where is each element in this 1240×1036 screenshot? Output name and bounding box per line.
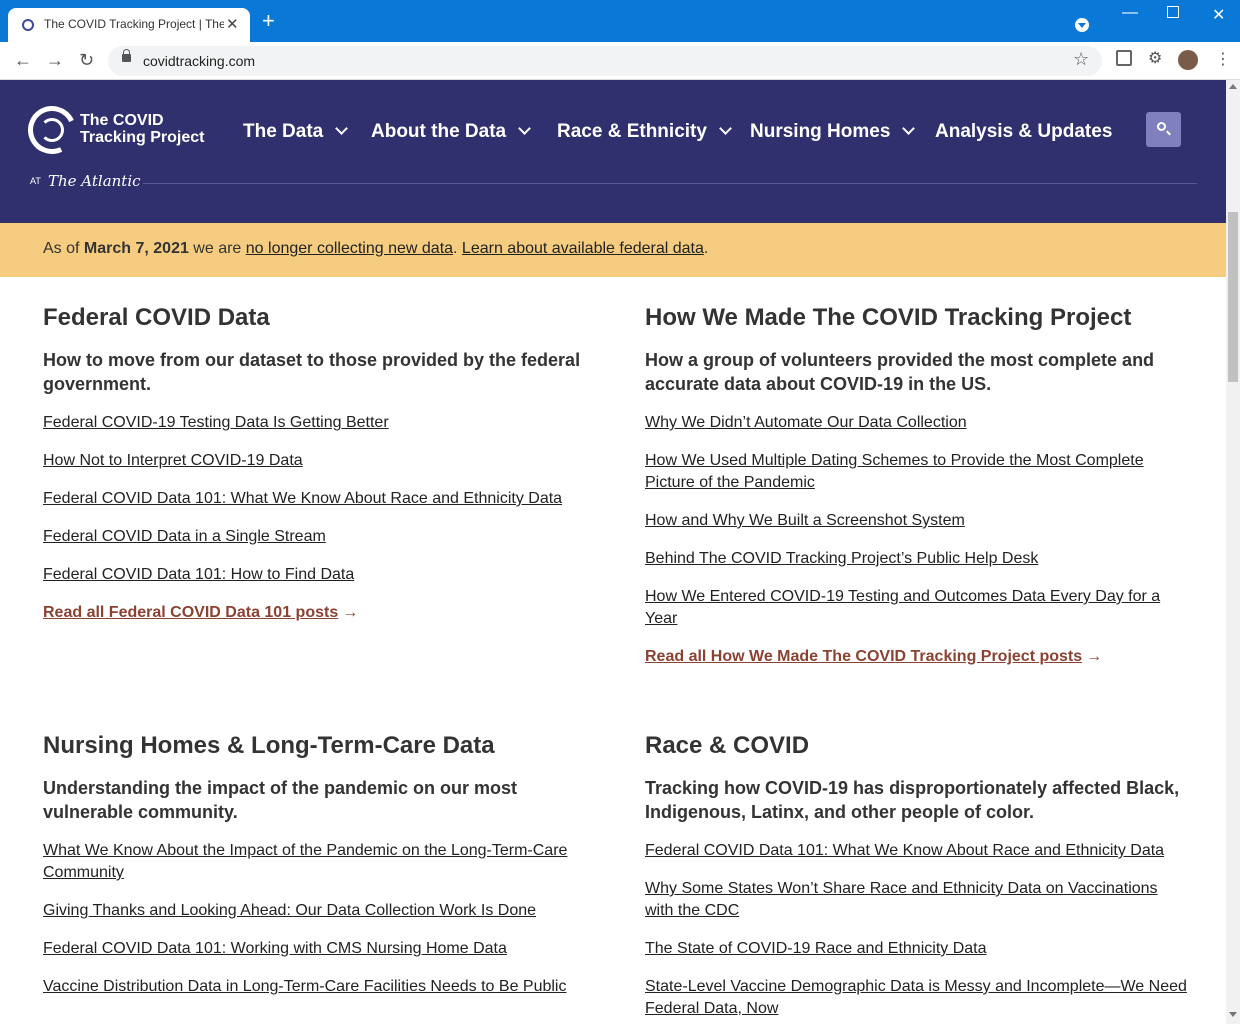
scroll-up-icon[interactable] xyxy=(1229,84,1237,89)
atlantic-logo[interactable]: The Atlantic xyxy=(48,172,141,190)
banner-prefix: As of xyxy=(43,240,84,257)
nav-nursing-homes[interactable]: Nursing Homes xyxy=(750,121,916,143)
logo-line2: Tracking Project xyxy=(80,129,205,146)
nav-about-the-data[interactable]: About the Data xyxy=(371,121,531,143)
section-race-covid: Race & COVID Tracking how COVID-19 has d… xyxy=(645,732,1190,1036)
avatar[interactable] xyxy=(1178,50,1198,70)
favicon-icon xyxy=(22,19,34,31)
article-link[interactable]: What We Know About the Impact of the Pan… xyxy=(43,840,588,884)
article-link[interactable]: Giving Thanks and Looking Ahead: Our Dat… xyxy=(43,900,588,922)
federal-data-link[interactable]: Learn about available federal data xyxy=(462,240,704,257)
nav-analysis-updates[interactable]: Analysis & Updates xyxy=(935,121,1112,143)
lock-icon xyxy=(122,49,131,62)
section-subtitle: How a group of volunteers provided the m… xyxy=(645,350,1155,394)
article-link[interactable]: Federal COVID Data 101: What We Know Abo… xyxy=(43,488,588,510)
bookmark-star-icon[interactable]: ☆ xyxy=(1073,49,1089,70)
browser-toolbar: ← → ↻ covidtracking.com ☆ ⚙ ⋮ xyxy=(0,42,1240,80)
nav-label: Race & Ethnicity xyxy=(557,121,707,142)
reload-icon[interactable]: ↻ xyxy=(79,50,94,71)
article-link[interactable]: How We Used Multiple Dating Schemes to P… xyxy=(645,450,1190,494)
article-list: Federal COVID-19 Testing Data Is Getting… xyxy=(43,412,588,586)
back-icon[interactable]: ← xyxy=(14,50,32,71)
extensions-icon[interactable]: ⚙ xyxy=(1148,48,1164,67)
article-link[interactable]: Vaccine Distribution Data in Long-Term-C… xyxy=(43,976,588,998)
article-link[interactable]: Why Some States Won’t Share Race and Eth… xyxy=(645,878,1190,922)
read-all-link[interactable]: Read all How We Made The COVID Tracking … xyxy=(645,646,1190,668)
close-window-icon[interactable]: ✕ xyxy=(1212,5,1225,25)
read-all-label: Read all Federal COVID Data 101 posts xyxy=(43,604,339,621)
article-list: Why We Didn’t Automate Our Data Collecti… xyxy=(645,412,1190,630)
article-link[interactable]: How We Entered COVID-19 Testing and Outc… xyxy=(645,586,1190,630)
arrow-right-icon: → xyxy=(1086,648,1103,665)
nav-label: Analysis & Updates xyxy=(935,121,1113,142)
media-icon[interactable] xyxy=(1116,50,1132,66)
site-header: The COVID Tracking Project AT The Atlant… xyxy=(0,80,1226,223)
section-nursing-homes: Nursing Homes & Long-Term-Care Data Unde… xyxy=(43,732,588,1014)
article-list: What We Know About the Impact of the Pan… xyxy=(43,840,588,998)
tab-title: The COVID Tracking Project | The Atlanti… xyxy=(44,17,224,31)
article-link[interactable]: Federal COVID Data 101: How to Find Data xyxy=(43,564,588,586)
banner-suffix: . xyxy=(703,240,709,257)
section-subtitle: How to move from our dataset to those pr… xyxy=(43,350,581,394)
banner-sep: . xyxy=(453,240,462,257)
article-list: Federal COVID Data 101: What We Know Abo… xyxy=(645,840,1190,1020)
search-icon xyxy=(1157,122,1166,131)
address-bar[interactable]: covidtracking.com ☆ xyxy=(108,46,1102,76)
chevron-down-icon xyxy=(518,122,531,135)
chevron-down-icon xyxy=(902,122,916,135)
scroll-thumb[interactable] xyxy=(1228,212,1238,382)
forward-icon[interactable]: → xyxy=(46,50,64,71)
article-link[interactable]: Federal COVID Data 101: Working with CMS… xyxy=(43,938,588,960)
nav-label: About the Data xyxy=(371,121,507,142)
article-link[interactable]: Federal COVID Data 101: What We Know Abo… xyxy=(645,840,1190,862)
new-tab-button[interactable]: + xyxy=(262,10,275,32)
section-title: Nursing Homes & Long-Term-Care Data xyxy=(43,732,495,759)
logo-inner-icon xyxy=(40,118,64,142)
site-logo[interactable]: The COVID Tracking Project xyxy=(80,112,205,146)
page-scrollbar[interactable] xyxy=(1226,80,1240,1024)
notice-banner: As of March 7, 2021 we are no longer col… xyxy=(0,223,1226,277)
article-link[interactable]: The State of COVID-19 Race and Ethnicity… xyxy=(645,938,1190,960)
search-button[interactable] xyxy=(1146,112,1181,147)
banner-date: March 7, 2021 xyxy=(83,240,189,257)
close-tab-icon[interactable]: ✕ xyxy=(226,15,239,33)
url-text[interactable]: covidtracking.com xyxy=(143,53,255,69)
nav-race-ethnicity[interactable]: Race & Ethnicity xyxy=(557,121,732,143)
browser-tab[interactable]: The COVID Tracking Project | The Atlanti… xyxy=(8,8,250,42)
section-subtitle: Tracking how COVID-19 has disproportiona… xyxy=(645,778,1180,822)
article-link[interactable]: Behind The COVID Tracking Project’s Publ… xyxy=(645,548,1190,570)
scroll-down-icon[interactable] xyxy=(1229,1012,1237,1017)
chevron-down-icon xyxy=(335,122,349,135)
maximize-icon[interactable] xyxy=(1167,6,1179,18)
article-link[interactable]: Federal COVID-19 Testing Data Is Getting… xyxy=(43,412,588,434)
banner-middle: we are xyxy=(188,240,246,257)
browser-titlebar: The COVID Tracking Project | The Atlanti… xyxy=(0,0,1240,42)
article-link[interactable]: Federal COVID Data in a Single Stream xyxy=(43,526,588,548)
read-all-label: Read all How We Made The COVID Tracking … xyxy=(645,648,1083,665)
tab-search-icon[interactable] xyxy=(1075,18,1089,32)
chevron-down-icon xyxy=(719,122,732,135)
section-title: How We Made The COVID Tracking Project xyxy=(645,304,1132,331)
section-how-we-made: How We Made The COVID Tracking Project H… xyxy=(645,304,1190,668)
section-title: Federal COVID Data xyxy=(43,304,270,331)
header-divider xyxy=(143,183,1197,184)
article-link[interactable]: State-Level Vaccine Demographic Data is … xyxy=(645,976,1190,1020)
article-link[interactable]: Why We Didn’t Automate Our Data Collecti… xyxy=(645,412,1190,434)
no-longer-collecting-link[interactable]: no longer collecting new data xyxy=(246,240,453,257)
arrow-right-icon: → xyxy=(342,604,359,621)
nav-label: The Data xyxy=(243,121,324,142)
read-all-link[interactable]: Read all Federal COVID Data 101 posts → xyxy=(43,602,588,624)
section-title: Race & COVID xyxy=(645,732,810,759)
at-label: AT xyxy=(30,176,41,186)
section-subtitle: Understanding the impact of the pandemic… xyxy=(43,778,518,822)
article-link[interactable]: How Not to Interpret COVID-19 Data xyxy=(43,450,588,472)
article-link[interactable]: How and Why We Built a Screenshot System xyxy=(645,510,1190,532)
minimize-icon[interactable]: — xyxy=(1122,4,1138,22)
browser-menu-icon[interactable]: ⋮ xyxy=(1215,49,1231,69)
nav-label: Nursing Homes xyxy=(750,121,891,142)
nav-the-data[interactable]: The Data xyxy=(243,121,349,143)
section-federal-covid-data: Federal COVID Data How to move from our … xyxy=(43,304,588,624)
logo-line1: The COVID xyxy=(80,112,164,129)
